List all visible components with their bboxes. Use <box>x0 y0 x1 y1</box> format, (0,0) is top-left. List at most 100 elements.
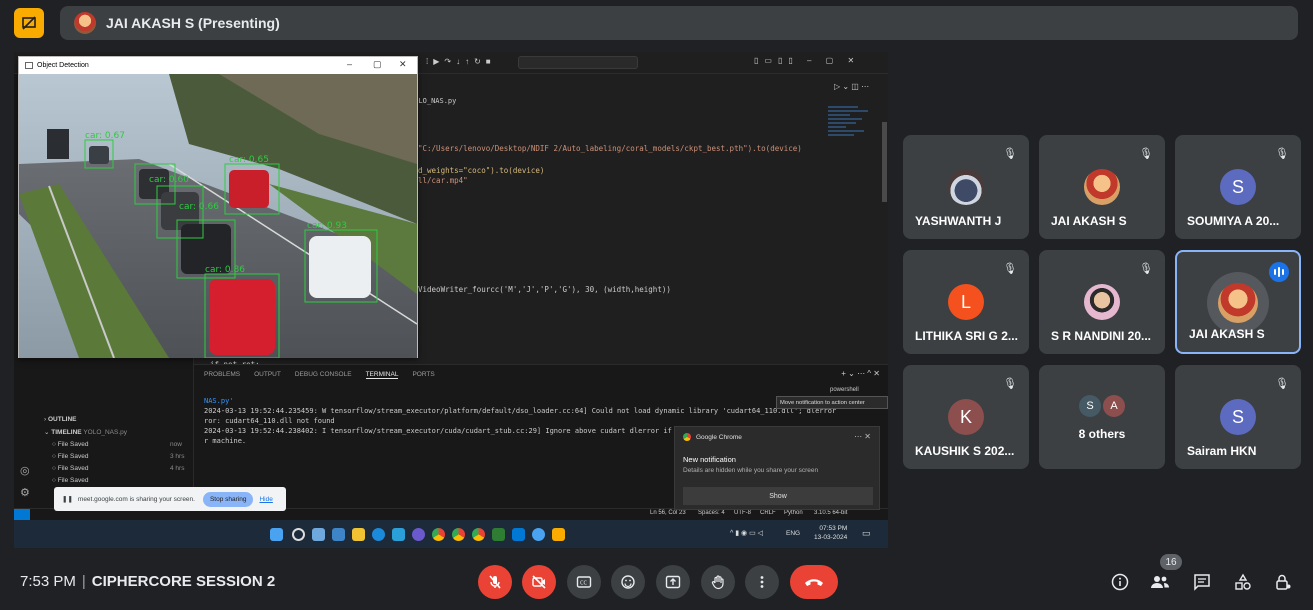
maximize-icon[interactable]: ▢ <box>373 59 382 70</box>
timeline-row[interactable]: ○ File Saved <box>52 477 88 484</box>
timeline-row[interactable]: ○ File Saved 4 hrs <box>52 465 184 472</box>
status-encoding[interactable]: UTF-8 <box>734 510 751 516</box>
detection-label: car: 0.60 <box>149 175 189 185</box>
meeting-details-button[interactable] <box>1108 570 1132 594</box>
app-icon[interactable] <box>492 528 505 541</box>
widgets-icon[interactable] <box>332 528 345 541</box>
code-line: d_weights="coco").to(device) <box>418 166 545 175</box>
shared-screen: ⁞▶↷↓↑↻■ ▯▭▯▯ – ▢ ✕ ◎ ⚙ YOLO_NAS.py ▷ ⌄ ◫… <box>14 52 888 548</box>
svg-text:CC: CC <box>580 581 587 587</box>
language-indicator[interactable]: ENG <box>786 530 800 537</box>
system-tray-icons[interactable]: ^ ▮ ◉ ▭ ◁ <box>730 529 763 537</box>
detection-window-title: Object Detection <box>37 61 89 69</box>
emoji-reactions-button[interactable] <box>611 565 645 599</box>
status-indentation[interactable]: Spaces: 4 <box>698 510 725 516</box>
terminal-line: 2024-03-13 19:52:44.235459: W tensorflow… <box>204 407 837 415</box>
tab-ports[interactable]: PORTS <box>412 371 434 379</box>
app-icon[interactable] <box>552 528 565 541</box>
terminal-instance-name[interactable]: powershell <box>830 387 859 393</box>
timeline-row[interactable]: ○ File Saved 3 hrs <box>52 453 184 460</box>
leave-call-button[interactable] <box>790 565 838 599</box>
status-interpreter[interactable]: 3.10.5 64-bit <box>814 510 847 516</box>
notification-description: Details are hidden while you share your … <box>683 467 819 474</box>
debug-toolbar-icons[interactable]: ⁞▶↷↓↑↻■ <box>426 57 496 66</box>
participant-tile[interactable]: 🎙︎ S SOUMIYA A 20... <box>1175 135 1301 239</box>
search-icon[interactable] <box>292 528 305 541</box>
detection-title-bar: Object Detection – ▢ ✕ <box>19 57 417 73</box>
chat-button[interactable] <box>1190 570 1214 594</box>
timeline-row[interactable]: ○ File Saved now <box>52 441 182 448</box>
notification-app: Google Chrome <box>696 433 742 441</box>
minimize-icon[interactable]: – <box>347 59 352 69</box>
stop-sharing-button[interactable]: Stop sharing <box>202 491 254 507</box>
tab-debug-console[interactable]: DEBUG CONSOLE <box>295 371 352 379</box>
notification-show-button[interactable]: Show <box>683 487 873 505</box>
tab-output[interactable]: OUTPUT <box>254 371 281 379</box>
chrome-icon[interactable] <box>472 528 485 541</box>
command-center-search[interactable] <box>518 56 638 69</box>
object-detection-window[interactable]: Object Detection – ▢ ✕ car: 0.67 car: 0.… <box>18 56 418 358</box>
status-language[interactable]: Python <box>784 510 803 516</box>
notification-center-icon[interactable]: ▭ <box>862 528 871 539</box>
mic-off-icon: 🎙︎ <box>1003 148 1017 160</box>
close-icon[interactable]: ✕ <box>399 59 407 70</box>
participant-tile[interactable]: 🎙︎ K KAUSHIK S 202... <box>903 365 1029 469</box>
outline-section[interactable]: › OUTLINE <box>44 416 77 423</box>
chrome-icon[interactable] <box>432 528 445 541</box>
taskbar-clock[interactable]: 07:53 PM 13-03-2024 <box>814 524 847 542</box>
camera-toggle-button[interactable] <box>522 565 556 599</box>
start-icon[interactable] <box>270 528 283 541</box>
people-button[interactable] <box>1148 570 1172 594</box>
app-icon[interactable] <box>412 528 425 541</box>
account-icon[interactable]: ◎ <box>20 464 30 477</box>
notification-close-icon[interactable]: ⋯ ✕ <box>854 432 871 441</box>
meeting-info: 7:53 PM | CIPHERCORE SESSION 2 <box>20 573 276 590</box>
timeline-section[interactable]: ⌄ TIMELINE YOLO_NAS.py <box>44 428 127 436</box>
participant-tile[interactable]: 🎙︎ L LITHIKA SRI G 2... <box>903 250 1029 354</box>
window-controls[interactable]: ▯▭▯▯ – ▢ ✕ <box>754 56 860 65</box>
participant-tile[interactable]: 🎙︎ YASHWANTH J <box>903 135 1029 239</box>
mic-off-icon: 🎙︎ <box>1003 263 1017 275</box>
participant-tile[interactable]: 🎙︎ S R NANDINI 20... <box>1039 250 1165 354</box>
captions-button[interactable]: CC <box>567 565 601 599</box>
editor-scrollbar[interactable] <box>882 122 887 202</box>
run-button[interactable]: ▷ ⌄ ◫ ⋯ <box>834 82 869 91</box>
info-icon <box>1111 573 1129 591</box>
task-view-icon[interactable] <box>312 528 325 541</box>
chrome-icon[interactable] <box>452 528 465 541</box>
detection-label: car: 0.67 <box>85 131 125 141</box>
status-eol[interactable]: CRLF <box>760 510 776 516</box>
tab-problems[interactable]: PROBLEMS <box>204 371 240 379</box>
participant-tile-active-speaker[interactable]: JAI AKASH S <box>1175 250 1301 354</box>
meeting-controls-bar: 7:53 PM | CIPHERCORE SESSION 2 CC <box>0 552 1313 610</box>
presenter-banner[interactable]: JAI AKASH S (Presenting) <box>60 6 1298 40</box>
mic-toggle-button[interactable] <box>478 565 512 599</box>
others-tile[interactable]: S A 8 others <box>1039 365 1165 469</box>
more-options-button[interactable] <box>745 565 779 599</box>
edge-icon[interactable] <box>372 528 385 541</box>
participant-name: JAI AKASH S <box>1189 327 1265 341</box>
presentation-icon[interactable] <box>14 8 44 38</box>
vscode-icon[interactable] <box>512 528 525 541</box>
hide-share-bar-link[interactable]: Hide <box>259 496 272 503</box>
pause-icon: ❚❚ <box>62 496 73 503</box>
present-screen-button[interactable] <box>656 565 690 599</box>
host-controls-button[interactable] <box>1271 570 1295 594</box>
mic-off-icon: 🎙︎ <box>1275 378 1289 390</box>
camera-off-icon <box>532 575 546 589</box>
detection-video-frame: car: 0.67 car: 0.65 car: 0.66 car: 0.60 … <box>19 74 417 358</box>
tab-terminal[interactable]: TERMINAL <box>365 371 399 379</box>
present-icon <box>665 575 681 589</box>
minimap[interactable] <box>828 104 876 224</box>
terminal-line: r machine. <box>204 437 247 445</box>
participant-tile[interactable]: 🎙︎ JAI AKASH S <box>1039 135 1165 239</box>
file-explorer-icon[interactable] <box>352 528 365 541</box>
raise-hand-button[interactable] <box>701 565 735 599</box>
panel-controls[interactable]: + ⌄ ⋯ ^ ✕ <box>841 369 880 378</box>
app-icon[interactable] <box>532 528 545 541</box>
participant-tile[interactable]: 🎙︎ S Sairam HKN <box>1175 365 1301 469</box>
status-cursor-position[interactable]: Ln 56, Col 23 <box>650 510 686 516</box>
settings-gear-icon[interactable]: ⚙ <box>20 486 30 499</box>
app-l-icon[interactable] <box>392 528 405 541</box>
activities-button[interactable] <box>1231 570 1255 594</box>
